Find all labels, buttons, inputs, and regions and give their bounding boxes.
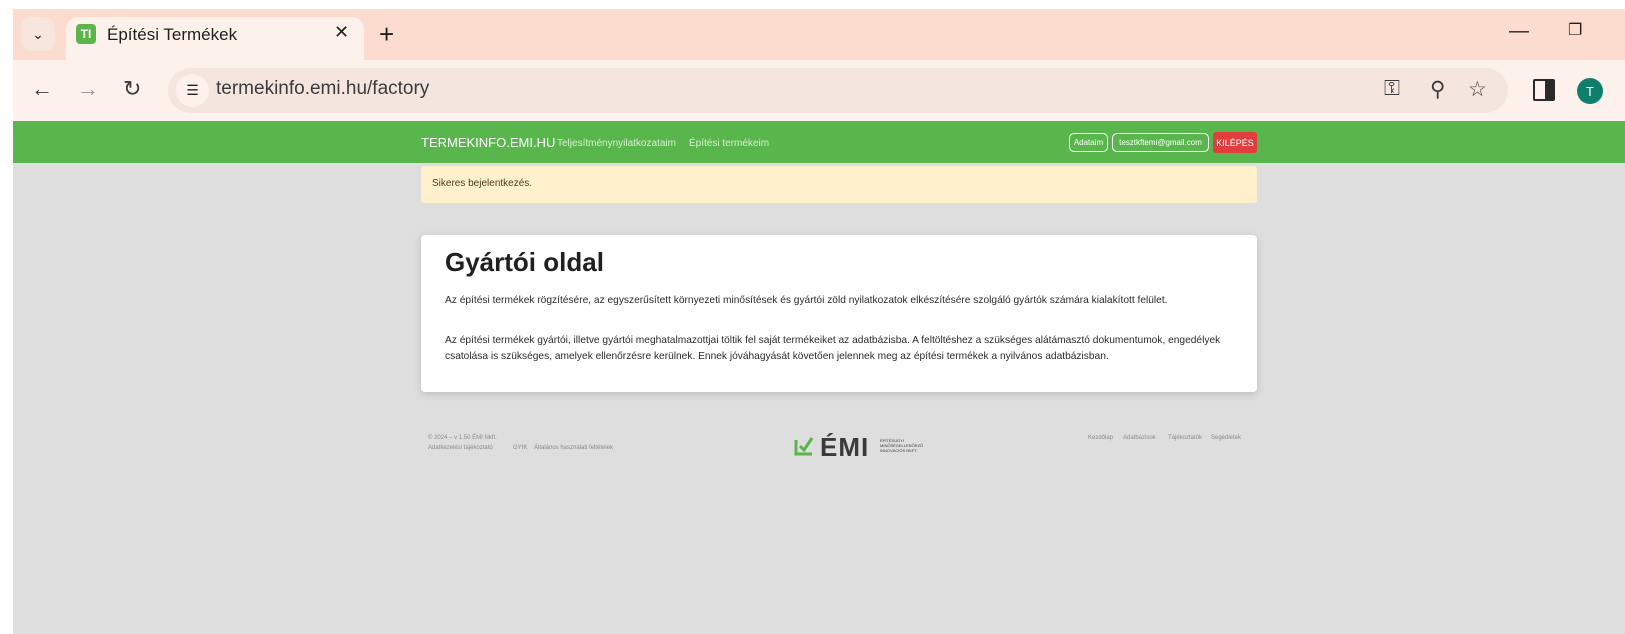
main-card: Gyártói oldal Az építési termékek rögzít… <box>421 235 1257 392</box>
password-key-icon[interactable]: ⚿ <box>1384 77 1400 101</box>
info-paragraph: Az építési termékek gyártói, illetve gyá… <box>445 335 1221 362</box>
page-title: Gyártói oldal <box>445 247 604 277</box>
favicon-icon: TI <box>76 24 96 44</box>
footer-link-databases[interactable]: Adatbázisok <box>1123 435 1156 441</box>
plus-icon[interactable]: + <box>379 19 394 49</box>
reload-icon[interactable]: ↻ <box>123 76 141 102</box>
footer-link-guides[interactable]: Tájékoztatók <box>1168 435 1202 441</box>
star-icon[interactable]: ☆ <box>1468 77 1487 102</box>
account-email-button[interactable]: tesztkftemi@gmail.com <box>1112 133 1209 152</box>
chevron-down-icon: ⌄ <box>32 25 44 42</box>
emi-logo[interactable]: ÉMI <box>820 432 869 463</box>
address-bar[interactable]: ☰ termekinfo.emi.hu/factory ⚿ ⚲ ☆ <box>168 68 1508 113</box>
nav-link-products[interactable]: Építési termékeim <box>689 138 769 149</box>
my-data-button[interactable]: Adataim <box>1069 133 1108 152</box>
forward-icon[interactable]: → <box>77 76 99 102</box>
site-navbar <box>13 121 1625 163</box>
back-icon[interactable]: ← <box>31 76 53 102</box>
tab-title: Építési Termékek <box>107 25 238 44</box>
footer-link-home[interactable]: Kezdőlap <box>1088 435 1113 441</box>
emi-logo-check-icon <box>794 437 814 456</box>
intro-paragraph: Az építési termékek rögzítésére, az egys… <box>445 295 1168 306</box>
emi-logo-subtitle: ÉPÍTÉSÜGYI MINŐSÉGELLENŐRZŐ INNOVÁCIÓS N… <box>880 438 924 453</box>
footer-link-terms[interactable]: Általános használati feltételek <box>534 445 613 451</box>
close-icon[interactable]: ✕ <box>334 22 349 43</box>
avatar[interactable]: T <box>1577 78 1603 104</box>
footer-copyright: © 2024 – v 1.50 ÉMI Nkft. <box>428 435 497 441</box>
url-text[interactable]: termekinfo.emi.hu/factory <box>216 78 429 100</box>
browser-tab[interactable]: TI Építési Termékek ✕ <box>66 17 364 60</box>
tab-list-button[interactable]: ⌄ <box>21 17 55 51</box>
footer-link-aids[interactable]: Segédletek <box>1211 435 1241 441</box>
footer-link-privacy[interactable]: Adatkezelési tájékoztató <box>428 445 493 451</box>
alert-text: Sikeres bejelentkezés. <box>432 178 533 189</box>
zoom-icon[interactable]: ⚲ <box>1430 77 1445 102</box>
nav-link-declarations[interactable]: Teljesítménynyilatkozataim <box>557 138 676 149</box>
site-info-icon[interactable]: ☰ <box>176 74 209 107</box>
restore-icon[interactable]: ❐ <box>1568 20 1582 40</box>
footer-link-faq[interactable]: GYIK <box>513 445 527 451</box>
side-panel-icon[interactable] <box>1533 79 1555 101</box>
site-brand[interactable]: TERMEKINFO.EMI.HU <box>421 135 555 150</box>
minimize-icon[interactable]: — <box>1509 20 1529 43</box>
success-alert: Sikeres bejelentkezés. <box>421 166 1257 203</box>
logout-button[interactable]: KILÉPÉS <box>1213 132 1257 153</box>
